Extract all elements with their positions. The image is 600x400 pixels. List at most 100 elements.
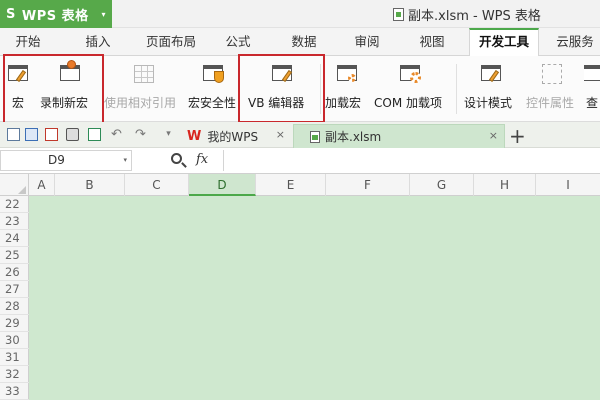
row-header[interactable]: 33 <box>0 383 29 400</box>
insert-function-icon[interactable]: fx <box>196 152 208 167</box>
load-macro-icon <box>332 62 358 86</box>
tab-data[interactable]: 数据 <box>282 28 326 56</box>
macro-security-button[interactable]: 宏安全性 <box>186 56 240 122</box>
macro-label: 宏 <box>12 96 25 110</box>
close-icon[interactable]: × <box>276 128 285 141</box>
window-title-text: 副本.xlsm - WPS 表格 <box>408 9 541 24</box>
load-macro-button[interactable]: 加载宏 <box>323 56 367 122</box>
vb-editor-label: VB 编辑器 <box>248 96 305 110</box>
relative-reference-icon <box>130 62 156 86</box>
row-header[interactable]: 23 <box>0 213 29 230</box>
cell-reference: D9 <box>48 153 65 167</box>
vb-editor-icon <box>267 62 293 86</box>
control-properties-label: 控件属性 <box>526 96 575 110</box>
com-addins-icon <box>397 62 423 86</box>
wps-w-logo-icon: W <box>187 128 202 144</box>
window-title: 副本.xlsm - WPS 表格 <box>393 5 541 24</box>
vb-editor-button[interactable]: VB 编辑器 <box>244 56 316 122</box>
row-header[interactable]: 25 <box>0 247 29 264</box>
zoom-search-icon[interactable] <box>171 153 182 164</box>
row-header[interactable]: 31 <box>0 349 29 366</box>
design-mode-icon <box>478 62 504 86</box>
redo-icon[interactable]: ↷ <box>134 128 147 141</box>
com-addins-button[interactable]: COM 加载项 <box>372 56 448 122</box>
view-code-button[interactable]: 查 <box>584 56 600 122</box>
record-macro-button[interactable]: 录制新宏 <box>38 56 98 122</box>
tab-developer-tools[interactable]: 开发工具 <box>469 28 539 57</box>
ribbon-separator <box>456 64 457 114</box>
quick-access-toolbar: ↶ ↷ ▾ W 我的WPS × 副本.xlsm × + <box>0 122 600 148</box>
macro-icon <box>5 62 31 86</box>
print-preview-icon[interactable] <box>88 128 101 141</box>
column-header-c[interactable]: C <box>125 174 189 196</box>
tab-view[interactable]: 视图 <box>410 28 454 56</box>
design-mode-label: 设计模式 <box>464 96 513 110</box>
save-icon[interactable] <box>25 128 38 141</box>
design-mode-button[interactable]: 设计模式 <box>462 56 520 122</box>
formula-input[interactable] <box>223 150 600 171</box>
menu-tab-bar: 开始 插入 页面布局 公式 数据 审阅 视图 开发工具 云服务 <box>0 28 600 57</box>
app-name: WPS 表格 <box>21 8 89 24</box>
column-header-d[interactable]: D <box>189 174 256 196</box>
macro-button[interactable]: 宏 <box>4 56 32 122</box>
spreadsheet-file-icon <box>310 130 320 143</box>
export-pdf-icon[interactable] <box>45 128 58 141</box>
relative-reference-label: 使用相对引用 <box>104 96 177 110</box>
chevron-down-icon: ▾ <box>101 9 106 19</box>
wps-logo-icon: S <box>6 6 16 22</box>
row-header[interactable]: 27 <box>0 281 29 298</box>
row-header[interactable]: 30 <box>0 332 29 349</box>
undo-icon[interactable]: ↶ <box>110 128 123 141</box>
macro-security-icon <box>200 62 226 86</box>
tab-insert[interactable]: 插入 <box>76 28 120 56</box>
row-header[interactable]: 32 <box>0 366 29 383</box>
tab-home[interactable]: 开始 <box>6 28 50 56</box>
row-header[interactable]: 26 <box>0 264 29 281</box>
row-header[interactable]: 29 <box>0 315 29 332</box>
tab-my-wps[interactable]: W 我的WPS × <box>183 124 291 148</box>
name-box[interactable]: D9 ▾ <box>0 150 132 171</box>
control-properties-icon <box>539 62 565 86</box>
tab-document-label: 副本.xlsm <box>325 130 382 144</box>
new-tab-button[interactable]: + <box>509 124 526 148</box>
close-icon[interactable]: × <box>489 129 498 142</box>
column-header-row: A B C D E F G H I <box>0 174 600 196</box>
row-header[interactable]: 24 <box>0 230 29 247</box>
ribbon-separator <box>320 64 321 114</box>
com-addins-label: COM 加载项 <box>374 96 442 110</box>
column-header-e[interactable]: E <box>256 174 326 196</box>
load-macro-label: 加载宏 <box>325 96 362 110</box>
app-menu-button[interactable]: S WPS 表格 ▾ <box>0 0 112 28</box>
control-properties-button[interactable]: 控件属性 <box>524 56 580 122</box>
tab-my-wps-label: 我的WPS <box>207 129 259 144</box>
column-header-i[interactable]: I <box>536 174 600 196</box>
select-all-corner[interactable] <box>0 174 29 196</box>
chevron-down-icon[interactable]: ▾ <box>123 151 127 170</box>
row-header[interactable]: 22 <box>0 196 29 213</box>
view-code-label: 查 <box>586 96 599 110</box>
cell-grid-selection[interactable] <box>29 196 600 400</box>
row-header-column: 22 23 24 25 26 27 28 29 30 31 32 33 <box>0 196 29 400</box>
developer-ribbon: 宏 录制新宏 使用相对引用 宏安全性 VB 编辑器 加载宏 COM 加载项 设计… <box>0 56 600 122</box>
print-icon[interactable] <box>66 128 79 141</box>
view-code-icon <box>584 62 600 86</box>
use-relative-reference-button[interactable]: 使用相对引用 <box>104 56 182 122</box>
column-header-f[interactable]: F <box>326 174 410 196</box>
tab-formulas[interactable]: 公式 <box>218 28 258 56</box>
row-header[interactable]: 28 <box>0 298 29 315</box>
column-header-a[interactable]: A <box>29 174 55 196</box>
tab-page-layout[interactable]: 页面布局 <box>135 28 207 56</box>
tab-review[interactable]: 审阅 <box>345 28 389 56</box>
tab-document-file[interactable]: 副本.xlsm × <box>293 124 505 148</box>
record-macro-label: 录制新宏 <box>40 96 89 110</box>
column-header-h[interactable]: H <box>474 174 536 196</box>
spreadsheet-file-icon <box>393 8 404 21</box>
new-file-icon[interactable] <box>7 128 20 141</box>
customize-toolbar-dropdown[interactable]: ▾ <box>162 128 175 141</box>
macro-security-label: 宏安全性 <box>188 96 237 110</box>
column-header-g[interactable]: G <box>410 174 474 196</box>
tab-cloud-services[interactable]: 云服务 <box>550 28 600 56</box>
column-header-b[interactable]: B <box>55 174 125 196</box>
record-macro-icon <box>55 60 81 86</box>
title-bar: S WPS 表格 ▾ 副本.xlsm - WPS 表格 <box>0 0 600 28</box>
